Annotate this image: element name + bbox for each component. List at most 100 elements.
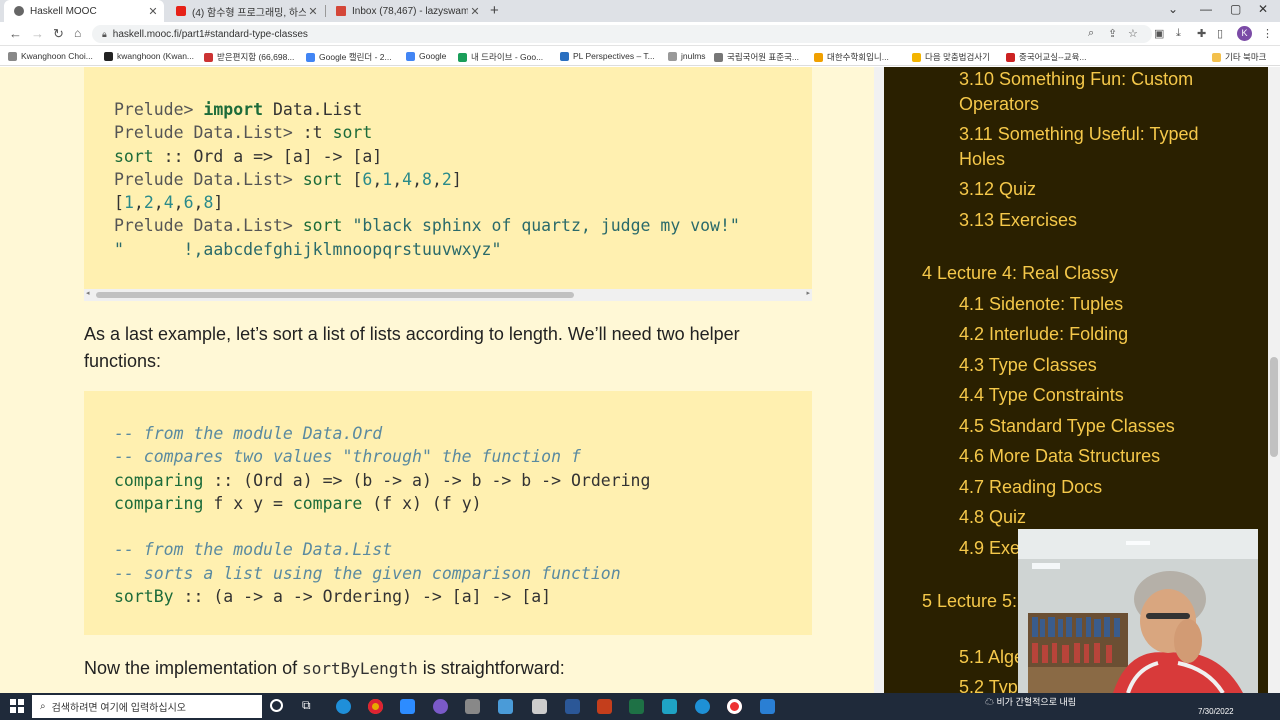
url-text: haskell.mooc.fi/part1#standard-type-clas…: [112, 28, 308, 40]
obs-app-icon[interactable]: [433, 699, 448, 714]
toc-link[interactable]: 4.3 Type Classes: [959, 353, 1249, 378]
code-function: sort: [302, 216, 343, 236]
new-tab-icon[interactable]: +: [490, 2, 499, 19]
code-number: 4: [163, 193, 174, 213]
toc-link[interactable]: 3.13 Exercises: [959, 208, 1249, 233]
toc-link[interactable]: 3.10 Something Fun: Custom Operators: [959, 67, 1249, 116]
bookmark-item[interactable]: kwanghoon (Kwan...: [104, 51, 194, 61]
puzzle-icon[interactable]: ✚: [1197, 27, 1206, 40]
chevron-down-icon[interactable]: ⌄: [1168, 2, 1178, 16]
toc-link[interactable]: 4.7 Reading Docs: [959, 475, 1249, 500]
toc-link[interactable]: 4.4 Type Constraints: [959, 383, 1249, 408]
forward-icon[interactable]: →: [31, 26, 44, 41]
toc-link[interactable]: 4.1 Sidenote: Tuples: [959, 292, 1249, 317]
code-number: 4: [402, 169, 413, 189]
toc-link[interactable]: 4.2 Interlude: Folding: [959, 322, 1249, 347]
bookmark-item[interactable]: 다음 맞춤법검사기: [912, 51, 990, 63]
code-number: 2: [143, 193, 154, 213]
toc-link[interactable]: 3.12 Quiz: [959, 177, 1249, 202]
close-icon[interactable]: ✕: [306, 5, 320, 18]
tab-youtube[interactable]: (4) 함수형 프로그래밍, 하스켈 | ... ✕: [166, 0, 324, 22]
menu-icon[interactable]: ⋮: [1262, 27, 1273, 40]
edge-app-icon[interactable]: [336, 699, 351, 714]
bookmark-item[interactable]: jnulms: [668, 51, 706, 61]
close-window-icon[interactable]: ✕: [1258, 2, 1268, 16]
excel-app-icon[interactable]: [629, 699, 644, 714]
bookmark-item[interactable]: 대한수학회입니...: [814, 51, 889, 63]
windows-start-icon[interactable]: [10, 699, 24, 713]
share-icon[interactable]: ⇪: [1108, 27, 1117, 40]
close-icon[interactable]: ✕: [146, 5, 160, 18]
taskbar: ⌕ 검색하려면 여기에 입력하십시오 ⧉ ☁ 비가 간헐적으로 내림 7/30/…: [0, 693, 1280, 720]
bookmark-label: 내 드라이브 - Goo...: [471, 52, 544, 62]
app-icon[interactable]: [498, 699, 513, 714]
bookmark-item[interactable]: 기타 북마크: [1212, 51, 1266, 63]
scrollbar-thumb[interactable]: [1270, 357, 1278, 457]
vertical-scrollbar[interactable]: [1268, 67, 1280, 693]
zoom-app-icon[interactable]: [400, 699, 415, 714]
ie-app-icon[interactable]: [695, 699, 710, 714]
maximize-icon[interactable]: ▢: [1230, 2, 1241, 16]
bookmark-item[interactable]: 내 드라이브 - Goo...: [458, 51, 543, 63]
code-line: comparing f x y = compare (f x) (f y): [114, 492, 812, 515]
tab-haskell-mooc[interactable]: Haskell MOOC ✕: [4, 0, 164, 22]
powerpoint-app-icon[interactable]: [597, 699, 612, 714]
helper-functions-code-block: -- from the module Data.Ord -- compares t…: [84, 391, 812, 635]
word-app-icon[interactable]: [565, 699, 580, 714]
bookmark-item[interactable]: Kwanghoon Choi...: [8, 51, 93, 61]
code-function: comparing: [114, 470, 204, 490]
avatar[interactable]: K: [1237, 26, 1252, 41]
app-icon[interactable]: [465, 699, 480, 714]
chrome-app-icon[interactable]: [368, 699, 383, 714]
bookmark-label: 다음 맞춤법검사기: [925, 52, 990, 62]
bookmark-item[interactable]: Google 캘린더 - 2...: [306, 51, 392, 63]
scrollbar-thumb[interactable]: [96, 292, 574, 298]
toc-link[interactable]: 4.6 More Data Structures: [959, 444, 1249, 469]
cortana-icon[interactable]: [270, 699, 283, 712]
search-icon[interactable]: ⌕: [1088, 27, 1094, 40]
bookmark-label: 중국어교실--교육...: [1019, 52, 1087, 62]
code-string: "black sphinx of quartz, judge my vow!": [352, 216, 740, 236]
horizontal-scrollbar[interactable]: ◂ ▸: [84, 289, 812, 301]
tab-gmail[interactable]: Inbox (78,467) - lazyswamp@g... ✕: [326, 0, 486, 22]
scroll-right-icon[interactable]: ▸: [806, 289, 810, 297]
code-line: -- from the module Data.Ord: [114, 422, 812, 445]
reload-icon[interactable]: ↻: [53, 26, 64, 42]
app-icon[interactable]: [532, 699, 547, 714]
star-icon[interactable]: ☆: [1128, 27, 1138, 40]
toc-link[interactable]: 4.5 Standard Type Classes: [959, 414, 1249, 439]
toc-link[interactable]: 3.11 Something Useful: Typed Holes: [959, 122, 1249, 171]
extension-icon[interactable]: ▣: [1154, 27, 1164, 40]
bookmark-icon: [560, 51, 569, 61]
paragraph: Now the implementation of sortByLength i…: [84, 655, 814, 682]
presenter-video: [1018, 529, 1258, 693]
download-icon[interactable]: ⤓: [1176, 27, 1181, 40]
bookmark-item[interactable]: 중국어교실--교육...: [1006, 51, 1087, 63]
taskbar-search-input[interactable]: ⌕ 검색하려면 여기에 입력하십시오: [32, 695, 262, 718]
app-icon[interactable]: [662, 699, 677, 714]
task-view-icon[interactable]: ⧉: [302, 698, 311, 713]
home-icon[interactable]: ⌂: [74, 26, 81, 40]
toc-link[interactable]: 4 Lecture 4: Real Classy: [922, 261, 1222, 286]
code-text: ,: [372, 169, 383, 189]
close-icon[interactable]: ✕: [468, 5, 482, 18]
bookmark-item[interactable]: 받은편지함 (66,698...: [204, 51, 294, 63]
code-line: Prelude Data.List> sort [6,1,4,8,2]: [114, 168, 812, 191]
bookmark-icon: [714, 52, 723, 62]
toc-link[interactable]: 4.8 Quiz: [959, 505, 1249, 530]
weather-icon: ☁: [985, 697, 995, 707]
url-input[interactable]: 🔒︎ haskell.mooc.fi/part1#standard-type-c…: [92, 25, 1152, 43]
code-line: -- from the module Data.List: [114, 538, 812, 561]
vscode-app-icon[interactable]: [760, 699, 775, 714]
weather-text: 비가 간헐적으로 내림: [996, 697, 1077, 707]
sidepanel-icon[interactable]: ▯: [1217, 27, 1223, 40]
code-text: ,: [193, 193, 204, 213]
bookmark-item[interactable]: PL Perspectives – T...: [560, 51, 655, 61]
record-app-icon[interactable]: [727, 699, 742, 714]
minimize-icon[interactable]: —: [1200, 2, 1212, 16]
splitter[interactable]: [874, 67, 884, 693]
bookmark-item[interactable]: 국립국어원 표준국...: [714, 51, 799, 63]
scroll-left-icon[interactable]: ◂: [86, 289, 90, 297]
bookmark-item[interactable]: Google: [406, 51, 446, 61]
back-icon[interactable]: ←: [9, 26, 22, 41]
